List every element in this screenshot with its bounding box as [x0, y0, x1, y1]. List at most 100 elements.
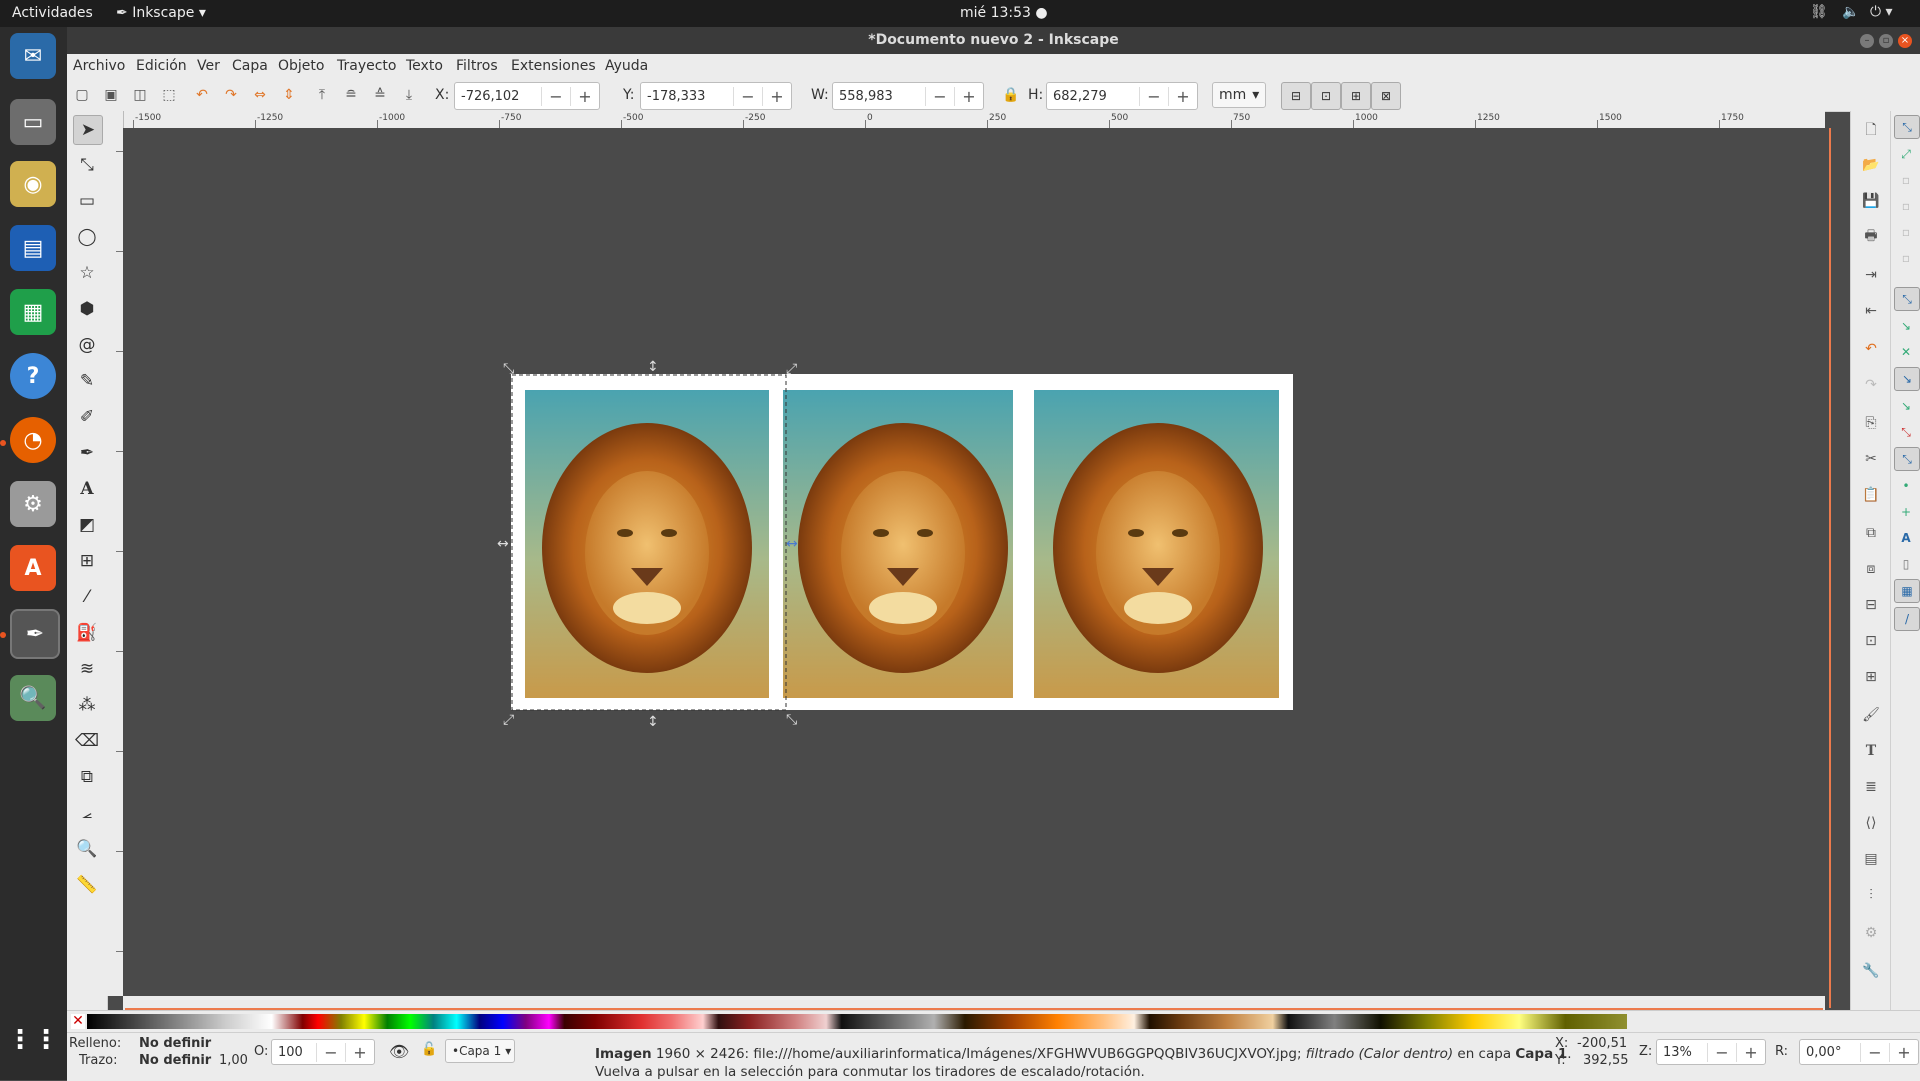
opacity-minus-button[interactable]: − — [316, 1042, 345, 1062]
mesh-tool-icon[interactable]: ⊞ — [73, 547, 101, 575]
vertical-scrollbar[interactable] — [1829, 128, 1831, 1008]
opacity-value[interactable]: 100 — [272, 1045, 316, 1060]
rectangle-tool-icon[interactable]: ▭ — [73, 187, 101, 215]
clone-icon[interactable]: ⧈ — [1861, 559, 1881, 579]
snap-line-midpoints-icon[interactable]: ⤡ — [1894, 421, 1918, 443]
menu-trayecto[interactable]: Trayecto — [337, 58, 396, 74]
y-field[interactable]: -178,333 − + — [640, 82, 792, 110]
calc-icon[interactable]: ▦ — [10, 289, 56, 335]
zoom-plus-button[interactable]: + — [1736, 1042, 1765, 1062]
scale-handle-icon[interactable]: ⤢ — [503, 712, 514, 728]
y-plus-button[interactable]: + — [762, 86, 791, 106]
preferences-icon[interactable]: ⚙ — [1861, 923, 1881, 943]
raise-icon[interactable]: ≘ — [340, 84, 362, 106]
snap-others-icon[interactable]: ⤡ — [1894, 447, 1920, 471]
toggle-visibility-icon[interactable]: 👁 — [389, 1042, 409, 1061]
paint-bucket-tool-icon[interactable]: ⛽ — [73, 619, 101, 647]
scale-handle-icon[interactable]: ⤡ — [503, 361, 514, 377]
activities-button[interactable]: Actividades — [12, 5, 93, 21]
rotation-plus-button[interactable]: + — [1889, 1042, 1918, 1062]
stroke-indicator[interactable]: No definir — [139, 1053, 211, 1068]
vertical-ruler[interactable] — [107, 111, 124, 996]
unit-select[interactable]: mm ▾ — [1212, 82, 1266, 108]
image-viewer-icon[interactable]: 🔍 — [10, 675, 56, 721]
minimize-icon[interactable]: – — [1860, 34, 1874, 48]
redo-icon[interactable]: ↷ — [1861, 375, 1881, 395]
horizontal-ruler[interactable]: -1500 -1250 -1000 -750 -500 -250 0 250 5… — [123, 111, 1825, 129]
settings-icon[interactable]: ⚙ — [10, 481, 56, 527]
unlink-clone-icon[interactable]: ⊟ — [1861, 595, 1881, 615]
fill-indicator[interactable]: No definir — [139, 1036, 211, 1051]
scale-handle-icon[interactable]: ↕ — [647, 359, 659, 375]
snap-rotation-centers-icon[interactable]: + — [1894, 501, 1918, 523]
drawing-canvas[interactable]: ⤡ ↕ ⤢ ↔ ↔ ⤢ ↕ ⤡ — [123, 128, 1825, 996]
lock-proportions-icon[interactable]: 🔒 — [1000, 84, 1022, 106]
move-patterns-toggle-icon[interactable]: ⊠ — [1371, 82, 1401, 110]
snap-guides-icon[interactable]: / — [1894, 607, 1920, 631]
files-icon[interactable]: ▭ — [10, 99, 56, 145]
x-minus-button[interactable]: − — [541, 86, 570, 106]
deselect-icon[interactable]: ⬚ — [158, 84, 180, 106]
palette-swatches[interactable] — [87, 1014, 1627, 1029]
raise-to-top-icon[interactable]: ⤒ — [311, 84, 333, 106]
layers-icon[interactable]: ≣ — [1861, 777, 1881, 797]
text-font-icon[interactable]: T — [1861, 741, 1881, 761]
w-minus-button[interactable]: − — [925, 86, 954, 106]
save-icon[interactable]: 💾 — [1861, 191, 1881, 211]
group-icon[interactable]: ⊡ — [1861, 631, 1881, 651]
lower-to-bottom-icon[interactable]: ⤓ — [398, 84, 420, 106]
duplicate-icon[interactable]: ⧉ — [1861, 523, 1881, 543]
snap-bbox-edges-icon[interactable]: ▫ — [1894, 169, 1918, 191]
tweak-tool-icon[interactable]: ≋ — [73, 655, 101, 683]
snap-smooth-nodes-icon[interactable]: ↘ — [1894, 395, 1918, 417]
measure-tool-icon[interactable]: ⦟ — [73, 799, 101, 827]
pen-tool-icon[interactable]: ✎ — [73, 367, 101, 395]
show-apps-icon[interactable]: ⋮⋮ — [7, 1017, 59, 1063]
undo-icon[interactable]: ↶ — [1861, 339, 1881, 359]
menu-archivo[interactable]: Archivo — [73, 58, 125, 74]
w-field[interactable]: 558,983 − + — [832, 82, 984, 110]
menu-extensiones[interactable]: Extensiones — [511, 58, 596, 74]
network-icon[interactable]: ⛓ — [1810, 4, 1828, 20]
zoom-tool-icon[interactable]: 🔍 — [73, 835, 101, 863]
x-value[interactable]: -726,102 — [455, 89, 541, 104]
snap-nodes-icon[interactable]: ⤡ — [1894, 287, 1920, 311]
x-field[interactable]: -726,102 − + — [454, 82, 600, 110]
x-plus-button[interactable]: + — [570, 86, 599, 106]
select-same-icon[interactable]: ◫ — [129, 84, 151, 106]
document-properties-icon[interactable]: ▤ — [1861, 849, 1881, 869]
inkscape-icon[interactable]: ✒ — [10, 609, 60, 659]
menu-ayuda[interactable]: Ayuda — [605, 58, 648, 74]
fill-stroke-icon[interactable]: 🖌 — [1861, 705, 1881, 725]
layer-select[interactable]: •Capa 1 ▾ — [445, 1039, 515, 1063]
calligraphy-tool-icon[interactable]: ✒ — [73, 439, 101, 467]
snap-bbox-midpoints-icon[interactable]: ▫ — [1894, 221, 1918, 243]
flip-vertical-icon[interactable]: ⇕ — [278, 84, 300, 106]
menu-objeto[interactable]: Objeto — [278, 58, 324, 74]
document-metadata-icon[interactable]: 🔧 — [1861, 961, 1881, 981]
snap-text-baseline-icon[interactable]: A — [1894, 527, 1918, 549]
export-icon[interactable]: ⇤ — [1861, 301, 1881, 321]
rotation-field[interactable]: 0,00° − + — [1799, 1039, 1919, 1065]
help-icon[interactable]: ? — [10, 353, 56, 399]
print-icon[interactable]: 🖶 — [1861, 227, 1881, 247]
spiral-tool-icon[interactable]: @ — [73, 331, 101, 359]
scale-corners-toggle-icon[interactable]: ⊡ — [1311, 82, 1341, 110]
snap-intersections-icon[interactable]: ✕ — [1894, 341, 1918, 363]
select-all-layers-icon[interactable]: ▣ — [100, 84, 122, 106]
rotation-minus-button[interactable]: − — [1860, 1042, 1889, 1062]
flip-horizontal-icon[interactable]: ⇔ — [249, 84, 271, 106]
lion-image-2[interactable] — [783, 390, 1013, 698]
clock[interactable]: mié 13:53 ● — [960, 5, 1048, 21]
text-tool-icon[interactable]: A — [73, 475, 101, 503]
stroke-width[interactable]: 1,00 — [219, 1053, 248, 1068]
software-center-icon[interactable]: A — [10, 545, 56, 591]
snap-paths-icon[interactable]: ↘ — [1894, 315, 1918, 337]
power-icon[interactable]: ⏻ ▾ — [1870, 4, 1893, 20]
zoom-field[interactable]: 13% − + — [1656, 1039, 1766, 1065]
gradient-tool-icon[interactable]: ◩ — [73, 511, 101, 539]
menu-texto[interactable]: Texto — [406, 58, 443, 74]
lower-icon[interactable]: ≙ — [369, 84, 391, 106]
pencil-tool-icon[interactable]: ✐ — [73, 403, 101, 431]
menu-capa[interactable]: Capa — [232, 58, 268, 74]
